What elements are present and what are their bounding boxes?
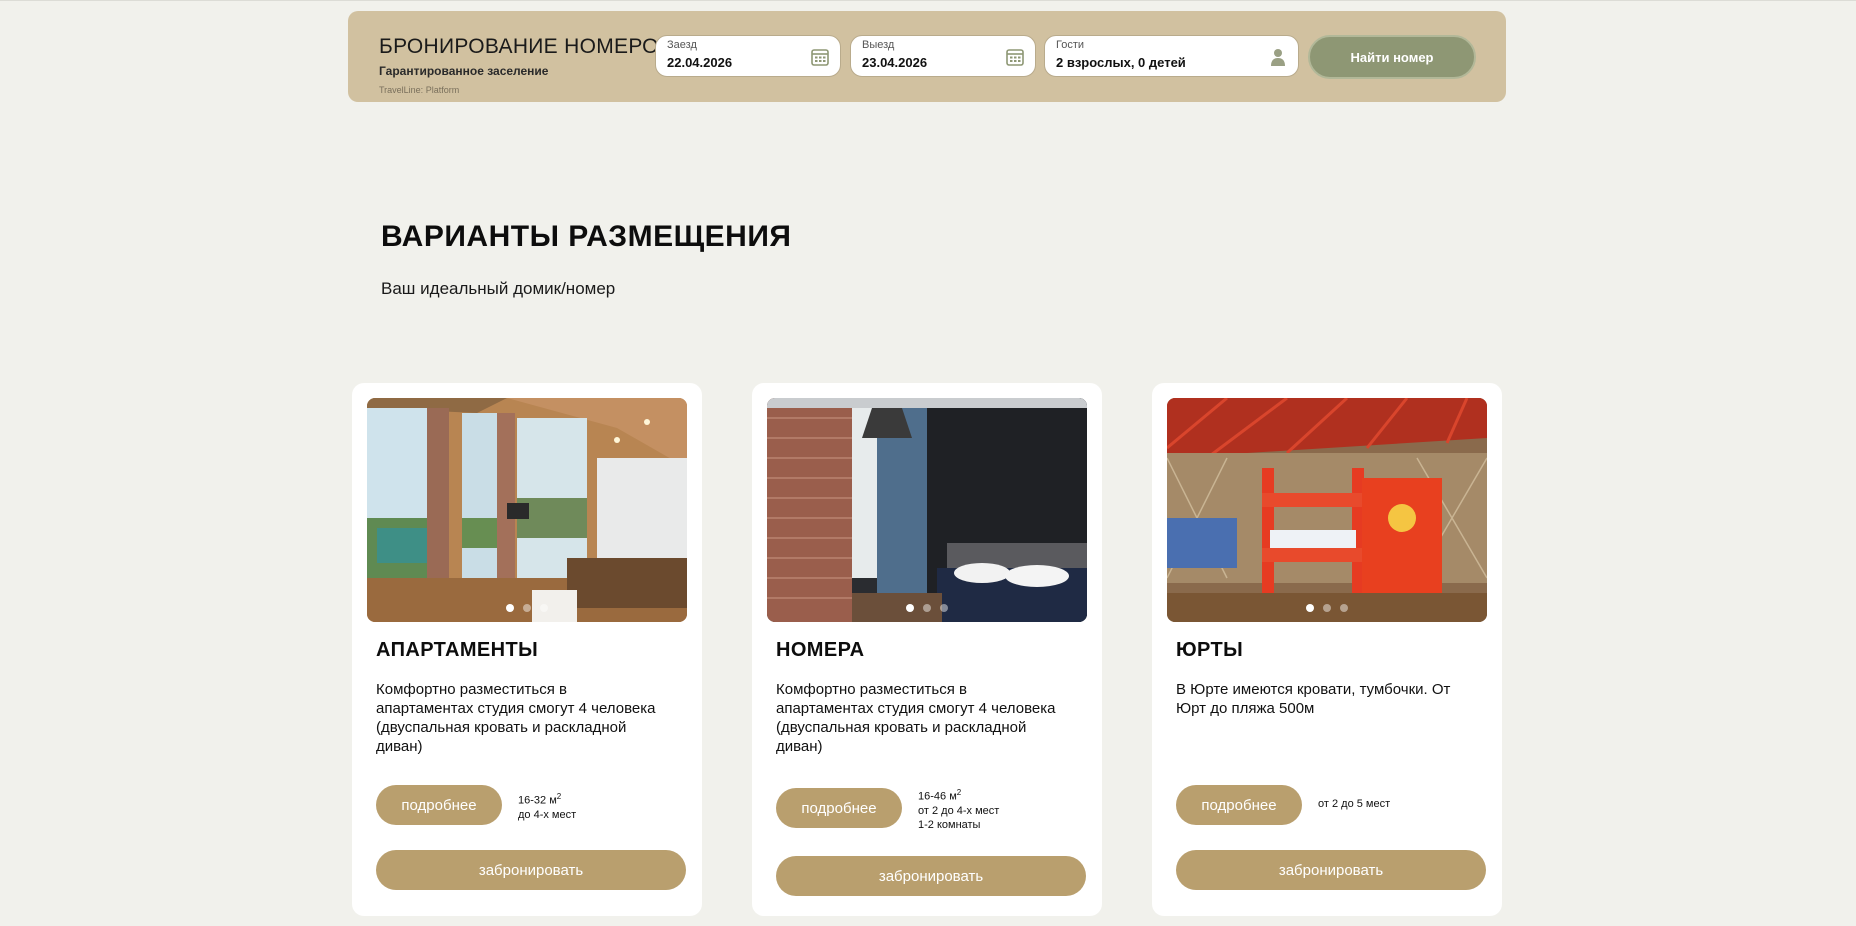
- accommodation-card-apartments: АПАРТАМЕНТЫ Комфортно разместиться в апа…: [352, 383, 702, 916]
- carousel-dots: [367, 604, 687, 612]
- card-description: В Юрте имеются кровати, тумбочки. От Юрт…: [1176, 681, 1451, 717]
- person-icon: [1271, 49, 1285, 66]
- details-button[interactable]: подробнее: [776, 788, 902, 828]
- carousel-dot[interactable]: [506, 604, 514, 612]
- card-info: от 2 до 5 мест: [1318, 797, 1390, 811]
- guests-value[interactable]: 2 взрослых, 0 детей: [1056, 55, 1186, 70]
- accommodation-card-yurts: ЮРТЫ В Юрте имеются кровати, тумбочки. О…: [1152, 383, 1502, 916]
- capacity-text: от 2 до 5 мест: [1318, 798, 1391, 810]
- card-title: АПАРТАМЕНТЫ: [376, 639, 539, 661]
- guests-field[interactable]: Гости 2 взрослых, 0 детей: [1044, 35, 1299, 77]
- booking-brand: TravelLine: Platform: [379, 85, 460, 95]
- book-button[interactable]: забронировать: [776, 856, 1086, 896]
- checkin-label: Заезд: [667, 39, 697, 51]
- carousel-dots: [1167, 604, 1487, 612]
- carousel-dot[interactable]: [540, 604, 548, 612]
- area-text: 16-46 м: [918, 790, 957, 803]
- guests-label: Гости: [1056, 39, 1085, 51]
- book-button[interactable]: забронировать: [1176, 850, 1486, 890]
- carousel-dot[interactable]: [906, 604, 914, 612]
- card-description: Комфортно разместиться в апартаментах ст…: [776, 681, 1056, 755]
- apartments-photo[interactable]: [367, 398, 687, 622]
- section-subtitle: Ваш идеальный домик/номер: [381, 279, 616, 298]
- carousel-dot[interactable]: [923, 604, 931, 612]
- card-info: 16-32 м2 до 4-х мест: [518, 790, 576, 822]
- top-divider: [0, 0, 1856, 1]
- carousel-dot[interactable]: [940, 604, 948, 612]
- checkin-field[interactable]: Заезд 22.04.2026: [655, 35, 841, 77]
- card-description: Комфортно разместиться в апартаментах ст…: [376, 681, 656, 755]
- rooms-photo[interactable]: [767, 398, 1087, 622]
- yurts-photo[interactable]: [1167, 398, 1487, 622]
- area-unit: 2: [556, 792, 562, 801]
- area-unit: 2: [956, 788, 962, 797]
- checkout-value[interactable]: 23.04.2026: [862, 55, 927, 70]
- room-interior-image: [767, 398, 1087, 622]
- accommodation-card-rooms: НОМЕРА Комфортно разместиться в апартаме…: [752, 383, 1102, 916]
- carousel-dot[interactable]: [1340, 604, 1348, 612]
- card-title: НОМЕРА: [776, 639, 865, 661]
- carousel-dots: [767, 604, 1087, 612]
- section-title: ВАРИАНТЫ РАЗМЕЩЕНИЯ: [381, 220, 792, 253]
- capacity-text: от 2 до 4-х мест: [918, 804, 1000, 817]
- booking-title: БРОНИРОВАНИЕ НОМЕРОВ: [379, 35, 674, 58]
- carousel-dot[interactable]: [1323, 604, 1331, 612]
- calendar-icon: [811, 49, 829, 66]
- book-button[interactable]: забронировать: [376, 850, 686, 890]
- details-button[interactable]: подробнее: [1176, 785, 1302, 825]
- find-room-button[interactable]: Найти номер: [1308, 35, 1476, 79]
- checkin-value[interactable]: 22.04.2026: [667, 55, 732, 70]
- details-button[interactable]: подробнее: [376, 785, 502, 825]
- apartment-interior-image: [367, 398, 687, 622]
- checkout-field[interactable]: Выезд 23.04.2026: [850, 35, 1036, 77]
- booking-subtitle: Гарантированное заселение: [379, 64, 549, 78]
- checkout-label: Выезд: [862, 39, 895, 51]
- calendar-icon: [1006, 49, 1024, 66]
- rooms-count-text: 1-2 комнаты: [918, 818, 981, 831]
- carousel-dot[interactable]: [1306, 604, 1314, 612]
- booking-widget: БРОНИРОВАНИЕ НОМЕРОВ Гарантированное зас…: [348, 11, 1506, 102]
- capacity-text: до 4-х мест: [518, 808, 577, 821]
- area-text: 16-32 м: [518, 794, 557, 807]
- card-title: ЮРТЫ: [1176, 639, 1244, 661]
- yurt-interior-image: [1167, 398, 1487, 622]
- carousel-dot[interactable]: [523, 604, 531, 612]
- card-info: 16-46 м2 от 2 до 4-х мест 1-2 комнаты: [918, 786, 999, 832]
